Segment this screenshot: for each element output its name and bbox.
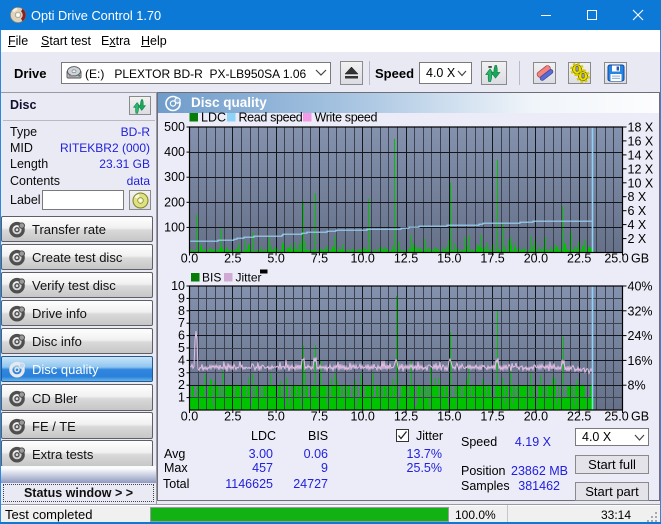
svg-text:4: 4 [178, 353, 185, 367]
svg-text:6 X: 6 X [628, 204, 647, 218]
svg-text:32%: 32% [628, 304, 653, 318]
svg-text:GB: GB [631, 252, 649, 266]
svg-text:14 X: 14 X [628, 148, 654, 162]
svg-text:25.0: 25.0 [604, 252, 628, 266]
svg-text:25.0: 25.0 [604, 410, 628, 424]
svg-text:12 X: 12 X [628, 162, 654, 176]
svg-text:9: 9 [178, 291, 185, 305]
svg-text:500: 500 [164, 120, 185, 134]
svg-text:5: 5 [178, 341, 185, 355]
svg-text:40%: 40% [628, 280, 653, 294]
svg-text:Read speed: Read speed [239, 110, 303, 124]
svg-text:7: 7 [178, 316, 185, 330]
svg-text:Write speed: Write speed [315, 110, 378, 124]
svg-text:8: 8 [178, 304, 185, 318]
svg-text:2 X: 2 X [628, 232, 647, 246]
svg-text:400: 400 [164, 145, 185, 159]
svg-text:18 X: 18 X [628, 121, 654, 135]
svg-text:10 X: 10 X [628, 176, 654, 190]
svg-text:200: 200 [164, 195, 185, 209]
svg-text:GB: GB [631, 410, 649, 424]
svg-text:8%: 8% [628, 379, 646, 393]
svg-text:4 X: 4 X [628, 218, 647, 232]
svg-text:LDC: LDC [201, 110, 226, 124]
svg-text:BIS: BIS [202, 270, 221, 284]
svg-text:16 X: 16 X [628, 134, 654, 148]
svg-text:24%: 24% [628, 329, 653, 343]
svg-text:300: 300 [164, 170, 185, 184]
svg-text:3: 3 [178, 366, 185, 380]
svg-text:6: 6 [178, 329, 185, 343]
svg-text:8 X: 8 X [628, 190, 647, 204]
svg-text:10: 10 [171, 279, 185, 293]
svg-text:1: 1 [178, 391, 185, 405]
svg-text:16%: 16% [628, 354, 653, 368]
svg-text:100: 100 [164, 220, 185, 234]
svg-text:2: 2 [178, 378, 185, 392]
svg-text:Jitter: Jitter [236, 270, 262, 284]
